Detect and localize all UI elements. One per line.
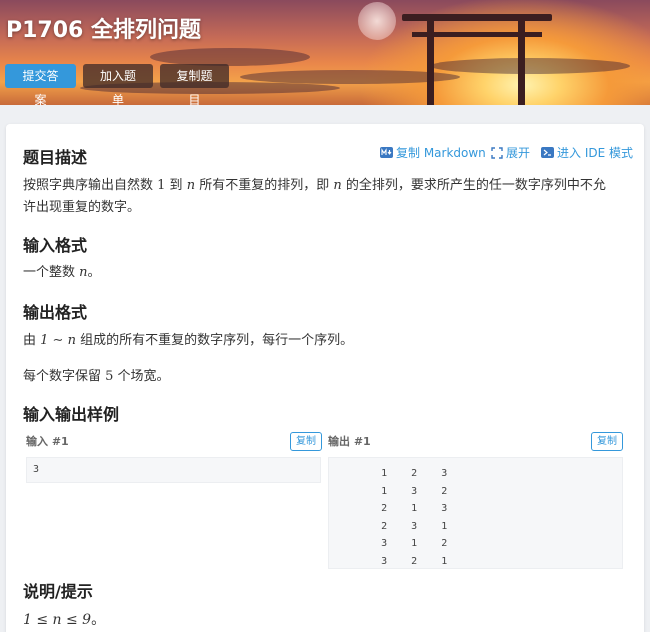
add-to-list-button[interactable]: 加入题单	[83, 64, 153, 107]
copy-problem-button[interactable]: 复制题目	[160, 64, 229, 107]
markdown-icon	[380, 147, 393, 158]
output-format-heading: 输出格式	[23, 303, 88, 322]
output-line: 3 1 2	[357, 538, 448, 549]
sample-output-label: 输出 #1	[328, 435, 371, 448]
sample-output-box[interactable]: 1 2 3 1 3 2 2 1 3 2 3 1 3 1 2 3 2 1	[328, 457, 623, 569]
output-line: 1 3 2	[357, 485, 448, 497]
output-line: 3 2 1	[357, 555, 448, 567]
output-line: 1 2 3	[357, 468, 448, 479]
expand-link[interactable]: 展开	[491, 144, 530, 161]
expand-icon	[491, 146, 503, 159]
ide-mode-label: 进入 IDE 模式	[557, 146, 633, 160]
output-format-text: 由 1 ∼ n 组成的所有不重复的数字序列，每行一个序列。	[23, 333, 354, 348]
copy-output-button[interactable]: 复制	[591, 432, 623, 451]
sample-input-label: 输入 #1	[26, 435, 69, 448]
description-text: 按照字典序输出自然数 1 到 n 所有不重复的排列，即 n 的全排列，要求所产生…	[23, 178, 606, 215]
hint-text: 1 ≤ n ≤ 9。	[23, 612, 106, 628]
output-line: 2 3 1	[357, 520, 448, 532]
submit-answer-button[interactable]: 提交答案	[5, 64, 76, 107]
problem-card: 题目描述 复制 Markdown 展开 进入 IDE 模式 按照字典序输出自然数…	[6, 124, 644, 632]
moon-decoration	[358, 2, 396, 40]
output-line: 2 1 3	[357, 503, 448, 514]
input-format-text: 一个整数 n。	[23, 265, 101, 280]
expand-label: 展开	[506, 146, 531, 160]
copy-markdown-label: 复制 Markdown	[396, 146, 486, 160]
torii-decoration	[402, 14, 552, 21]
copy-input-button[interactable]: 复制	[290, 432, 322, 451]
input-format-heading: 输入格式	[23, 236, 88, 255]
page-title: P1706 全排列问题	[6, 18, 202, 43]
hint-heading: 说明/提示	[23, 582, 93, 601]
output-width-text: 每个数字保留 5 个场宽。	[23, 369, 170, 384]
ide-mode-link[interactable]: 进入 IDE 模式	[541, 144, 633, 161]
sample-input-box[interactable]: 3	[26, 457, 321, 483]
copy-markdown-link[interactable]: 复制 Markdown	[380, 144, 486, 161]
description-heading: 题目描述	[23, 148, 88, 167]
terminal-icon	[541, 147, 554, 158]
samples-heading: 输入输出样例	[23, 405, 120, 424]
